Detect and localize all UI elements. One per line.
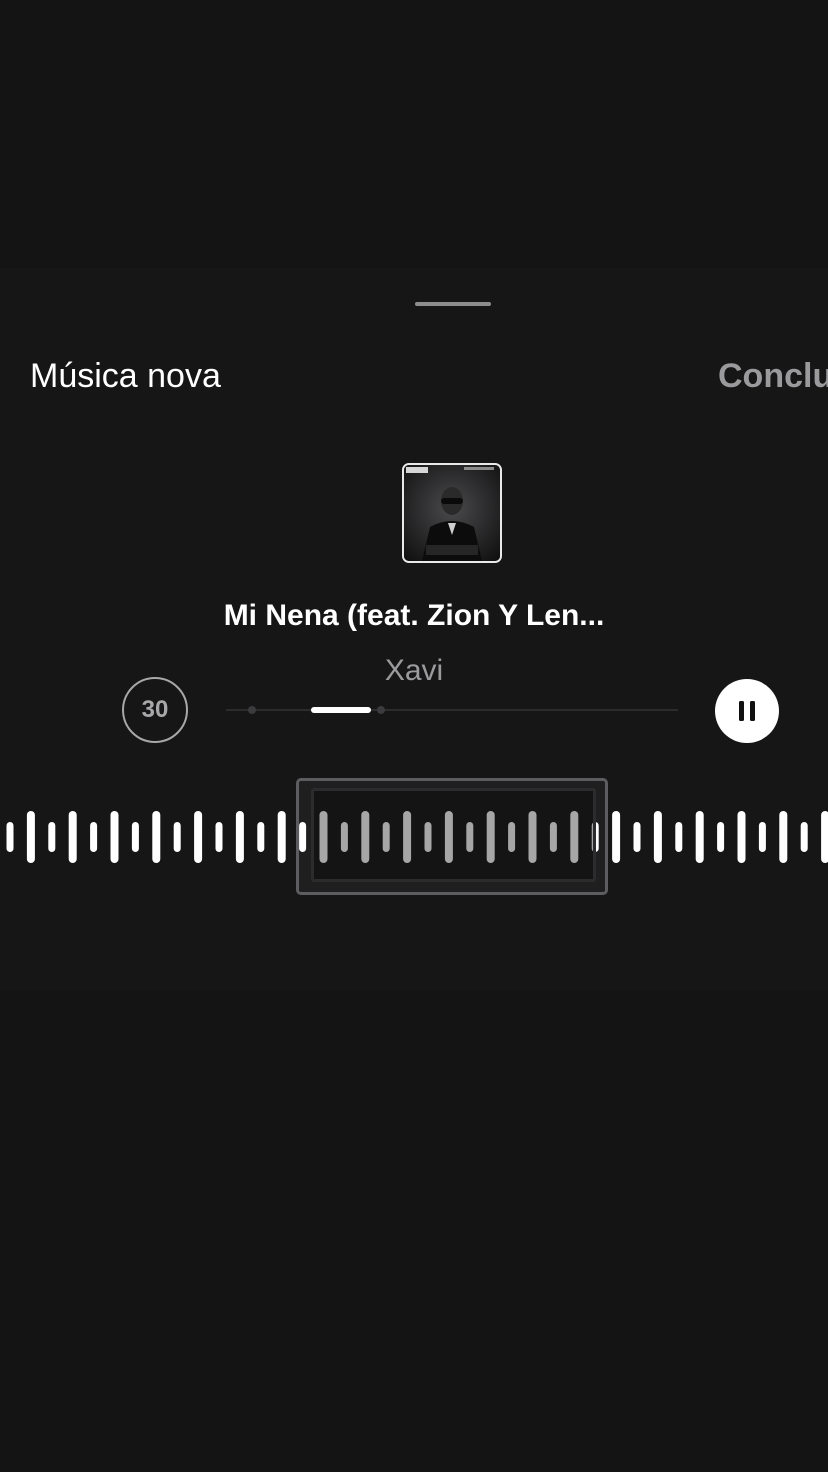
- waveform-bar: [800, 822, 808, 852]
- clip-selection-left-handle[interactable]: [299, 781, 313, 892]
- song-title: Mi Nena (feat. Zion Y Len...: [223, 599, 605, 632]
- waveform-bar: [717, 822, 725, 852]
- waveform-bar: [131, 822, 139, 852]
- waveform-bar: [695, 811, 704, 863]
- waveform-bar: [152, 811, 161, 863]
- waveform-bar: [737, 811, 746, 863]
- waveform-bar: [173, 822, 181, 852]
- done-button[interactable]: Conclu: [718, 354, 828, 398]
- waveform-bar: [110, 811, 119, 863]
- clip-selection-right-handle[interactable]: [593, 781, 605, 892]
- clip-end-marker: [377, 706, 385, 714]
- album-cover: [402, 463, 502, 563]
- waveform-bar: [68, 811, 77, 863]
- clip-duration-button[interactable]: 30: [122, 677, 188, 743]
- waveform-bar: [758, 822, 766, 852]
- progress-track: [226, 709, 678, 711]
- waveform-bar: [821, 811, 828, 863]
- waveform-bar: [48, 822, 56, 852]
- waveform-bar: [6, 822, 14, 852]
- waveform-bar: [277, 811, 286, 863]
- clip-start-marker: [248, 706, 256, 714]
- waveform-bar: [194, 811, 203, 863]
- waveform-bar: [653, 811, 662, 863]
- pause-button[interactable]: [715, 679, 779, 743]
- screen: Música nova Conclu Mi Nena (feat. Zion Y…: [0, 0, 828, 1472]
- waveform-bar: [235, 811, 244, 863]
- waveform-bar: [90, 822, 98, 852]
- waveform-bar: [26, 811, 35, 863]
- clip-selection-window[interactable]: [296, 778, 608, 895]
- waveform-bar: [257, 822, 265, 852]
- waveform-bar: [779, 811, 788, 863]
- waveform-bar: [675, 822, 683, 852]
- playback-progress-bar[interactable]: [226, 700, 678, 720]
- pause-icon: [739, 701, 755, 721]
- clip-selection-inner: [311, 788, 596, 882]
- sheet-grabber[interactable]: [415, 302, 491, 306]
- waveform-bar: [612, 811, 621, 863]
- waveform-bar: [215, 822, 223, 852]
- album-cover-image: [404, 465, 500, 561]
- song-artist: Xavi: [384, 654, 444, 687]
- sheet-title: Música nova: [30, 357, 221, 395]
- progress-fill: [311, 707, 371, 713]
- waveform-bar: [633, 822, 641, 852]
